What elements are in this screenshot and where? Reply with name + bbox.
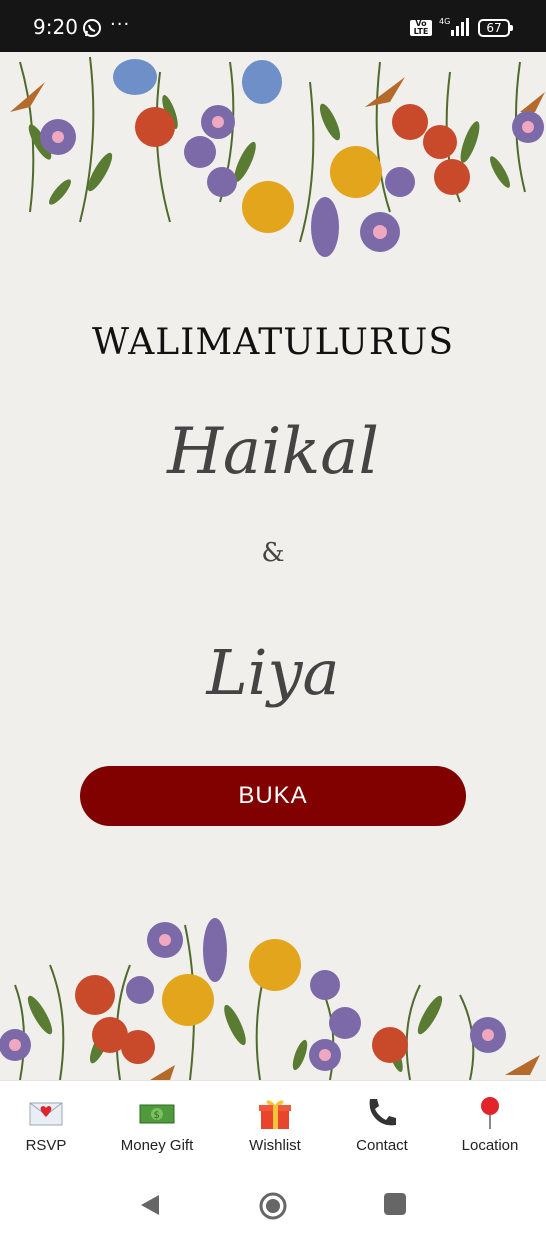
floral-decoration-top bbox=[10, 56, 545, 257]
nav-item-location[interactable]: Location bbox=[440, 1095, 540, 1154]
nav-label-rsvp: RSVP bbox=[25, 1137, 67, 1154]
signal-icon: 4G bbox=[439, 17, 469, 36]
bride-name: Liya bbox=[206, 636, 340, 709]
love-letter-icon bbox=[29, 1102, 63, 1126]
groom-name: Haikal bbox=[167, 415, 379, 489]
status-bar: 9:20 ··· Vo LTE 4G 67 bbox=[0, 0, 546, 52]
back-icon[interactable] bbox=[137, 1192, 163, 1218]
phone-icon bbox=[369, 1099, 396, 1126]
nav-label-money-gift: Money Gift bbox=[120, 1137, 194, 1154]
recent-apps-icon[interactable] bbox=[384, 1193, 406, 1215]
pin-icon bbox=[481, 1097, 499, 1129]
nav-label-location: Location bbox=[461, 1137, 519, 1154]
nav-label-wishlist: Wishlist bbox=[249, 1137, 301, 1154]
more-notifications-icon: ··· bbox=[110, 14, 131, 35]
nav-item-contact[interactable]: Contact bbox=[332, 1095, 432, 1154]
status-time: 9:20 bbox=[33, 15, 78, 39]
system-navigation-bar bbox=[0, 1168, 546, 1242]
ampersand: & bbox=[261, 538, 285, 568]
nav-item-rsvp[interactable]: RSVP bbox=[0, 1095, 96, 1154]
money-icon: $ bbox=[139, 1104, 175, 1124]
nav-item-money-gift[interactable]: $ Money Gift bbox=[107, 1095, 207, 1154]
volte-icon: Vo LTE bbox=[410, 20, 432, 36]
network-type: 4G bbox=[439, 17, 450, 26]
home-icon[interactable] bbox=[258, 1191, 288, 1221]
battery-icon: 67 bbox=[478, 19, 513, 37]
event-heading: WALIMATULURUS bbox=[92, 322, 454, 363]
battery-level: 67 bbox=[486, 21, 502, 35]
svg-text:$: $ bbox=[154, 1110, 160, 1121]
open-invitation-button[interactable]: BUKA bbox=[80, 766, 466, 826]
whatsapp-icon bbox=[83, 19, 101, 37]
nav-label-contact: Contact bbox=[356, 1137, 408, 1154]
nav-item-wishlist[interactable]: Wishlist bbox=[225, 1095, 325, 1154]
gift-icon bbox=[259, 1100, 291, 1129]
bottom-navigation: RSVP $ Money Gift Wishlist Contact Locat… bbox=[0, 1080, 546, 1169]
floral-decoration-bottom bbox=[0, 918, 540, 1080]
